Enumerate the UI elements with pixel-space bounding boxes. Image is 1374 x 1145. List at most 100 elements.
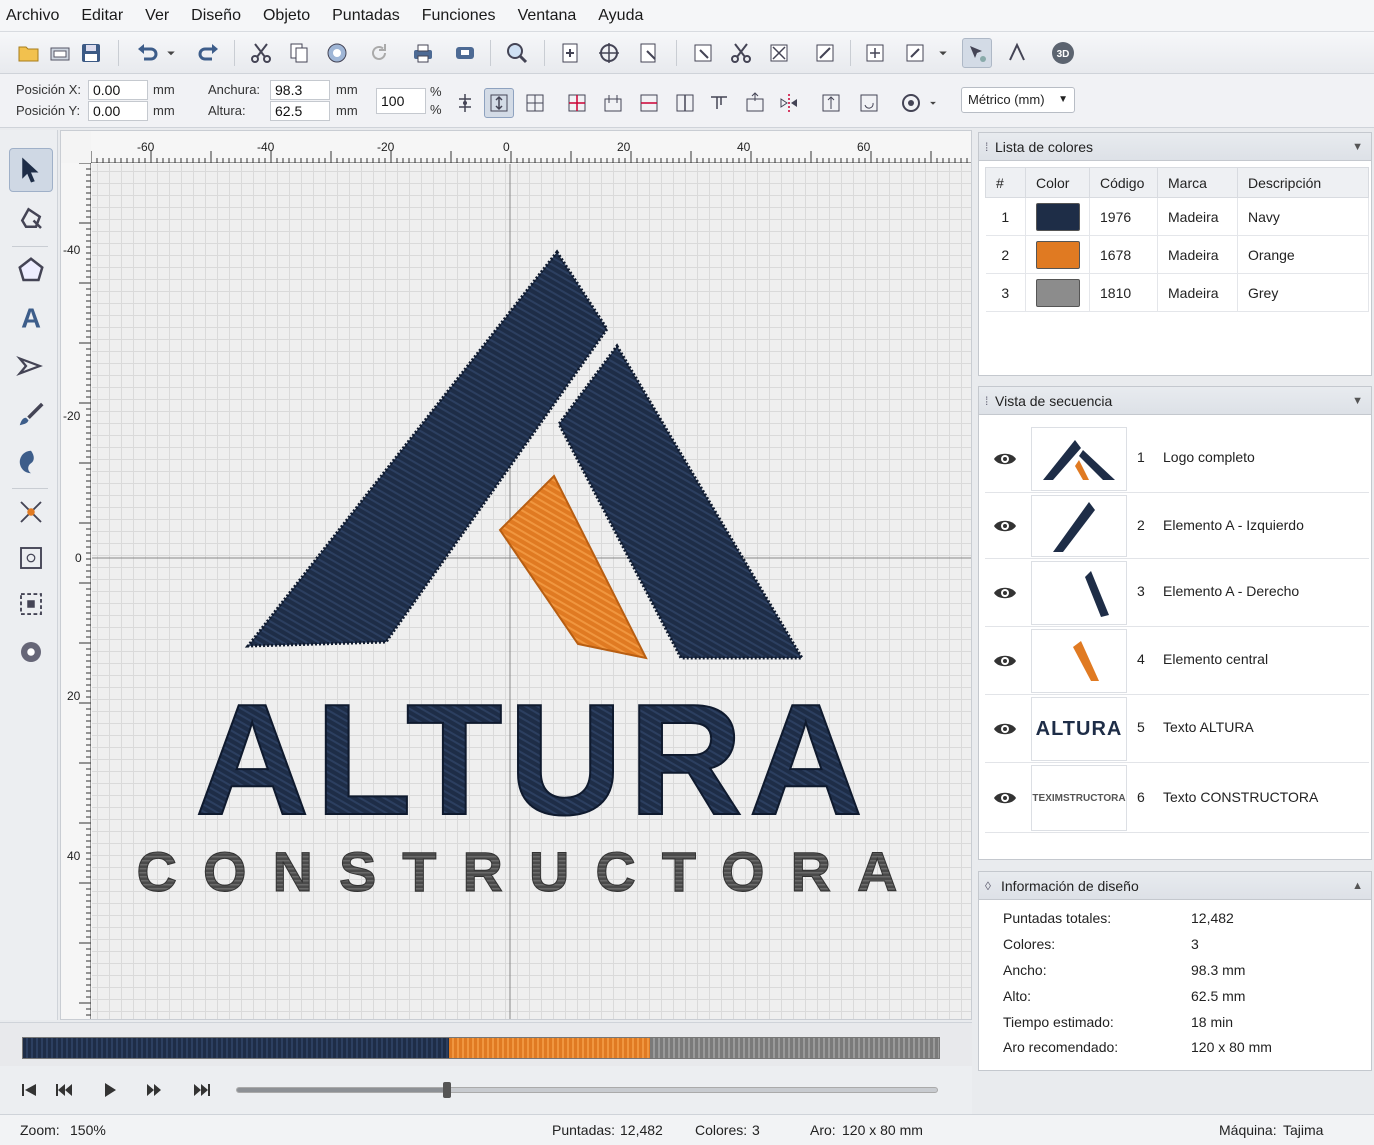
width-input[interactable]: 98.3 [270,80,330,100]
trim-icon[interactable] [764,38,794,68]
sequence-item[interactable]: 4 Elemento central [985,627,1369,695]
paste-icon[interactable] [322,38,352,68]
col-header-desc[interactable]: Descripción [1237,167,1369,198]
rotate-icon[interactable] [364,38,394,68]
align-center-icon[interactable] [484,88,514,118]
undo-icon[interactable] [132,38,162,68]
progress-slider[interactable] [236,1082,938,1098]
zoom-fit-icon[interactable] [634,38,664,68]
sequence-item[interactable]: TEXIMSTRUCTORA 6 Texto CONSTRUCTORA [985,763,1369,833]
menu-ver[interactable]: Ver [145,7,169,25]
sequence-item[interactable]: 2 Elemento A - Izquierdo [985,493,1369,559]
design-canvas[interactable]: -60 -40 -20 0 20 40 60 -40 -20 0 20 40 A… [60,130,972,1020]
edit-node-icon[interactable] [810,38,840,68]
skip-end-icon[interactable] [190,1078,214,1102]
col-header-num[interactable]: # [985,167,1026,198]
menu-ventana[interactable]: Ventana [518,7,577,25]
color-row[interactable]: 3 1810 Madeira Grey [985,273,1369,312]
distribute-icon[interactable] [740,88,770,118]
center-icon[interactable] [594,38,624,68]
menu-archivo[interactable]: Archivo [6,7,59,25]
reshape-icon[interactable] [9,196,53,240]
align-top-icon[interactable] [598,88,628,118]
shape-icon[interactable] [9,248,53,292]
stitch-edit-icon[interactable] [860,38,890,68]
pos-y-input[interactable]: 0.00 [88,101,148,121]
machine-icon[interactable] [450,38,480,68]
lock-ratio-icon[interactable] [450,88,480,118]
menu-diseno[interactable]: Diseño [191,7,241,25]
color-row[interactable]: 2 1678 Madeira Orange [985,235,1369,274]
menu-funciones[interactable]: Funciones [422,7,496,25]
col-header-brand[interactable]: Marca [1157,167,1238,198]
print-icon[interactable] [408,38,438,68]
eye-icon[interactable] [985,695,1025,763]
collapse-icon[interactable]: ▼ [1352,133,1363,161]
select-region-icon[interactable] [688,38,718,68]
menu-objeto[interactable]: Objeto [263,7,310,25]
3d-view-icon[interactable]: 3D [1048,38,1078,68]
progress-thumb[interactable] [443,1082,451,1098]
color-swatch[interactable] [1036,278,1080,307]
copy-icon[interactable] [284,38,314,68]
color-row[interactable]: 1 1976 Madeira Navy [985,197,1369,236]
zoom-icon[interactable] [502,38,532,68]
digitize-icon[interactable] [9,344,53,388]
col-header-color[interactable]: Color [1025,167,1090,198]
menu-puntadas[interactable]: Puntadas [332,7,400,25]
skip-start-icon[interactable] [17,1078,41,1102]
stitch-points-icon[interactable] [9,490,53,534]
eye-icon[interactable] [985,425,1025,493]
dropdown-icon[interactable] [934,38,952,68]
scissors-icon[interactable] [726,38,756,68]
stitch-track[interactable] [22,1037,940,1059]
menu-ayuda[interactable]: Ayuda [598,7,643,25]
text-icon[interactable]: A [9,294,53,338]
travel-icon[interactable] [1002,38,1032,68]
grid-icon[interactable] [520,88,550,118]
align-vcenter-icon[interactable] [670,88,700,118]
menu-editar[interactable]: Editar [81,7,123,25]
rewind-icon[interactable] [52,1078,76,1102]
fast-forward-icon[interactable] [143,1078,167,1102]
settings-gear-icon[interactable] [896,88,926,118]
align-hcenter-icon[interactable] [634,88,664,118]
settings-dropdown-icon[interactable] [926,88,940,118]
redo-icon[interactable] [194,38,224,68]
text-altura[interactable]: ALTURA [194,671,869,849]
open-file-icon[interactable] [45,38,75,68]
mirror-icon[interactable] [774,88,804,118]
flip-icon[interactable] [816,88,846,118]
eye-icon[interactable] [985,493,1025,559]
resize-icon[interactable] [9,582,53,626]
sequence-item[interactable]: 1 Logo completo [985,425,1369,493]
stitch-player-icon[interactable] [962,38,992,68]
gear-settings-icon[interactable] [9,630,53,674]
zoom-in-icon[interactable] [556,38,586,68]
pos-x-input[interactable]: 0.00 [88,80,148,100]
stitch-segment-orange[interactable] [448,1038,651,1058]
select-arrow-icon[interactable] [9,148,53,192]
align-bottom-icon[interactable] [704,88,734,118]
embroidery-design[interactable]: ALTURA CONSTRUCTORA [92,164,972,1020]
fill-icon[interactable] [9,440,53,484]
collapse-icon[interactable]: ▲ [1352,872,1363,900]
color-swatch[interactable] [1036,240,1080,269]
open-folder-icon[interactable] [14,38,44,68]
collapse-icon[interactable]: ▼ [1352,387,1363,415]
sequence-item[interactable]: ALTURA 5 Texto ALTURA [985,695,1369,763]
col-header-code[interactable]: Código [1089,167,1158,198]
brush-icon[interactable] [9,392,53,436]
eye-icon[interactable] [985,627,1025,695]
text-constructora[interactable]: CONSTRUCTORA [136,840,924,904]
play-icon[interactable] [98,1078,122,1102]
stitch-segment-navy[interactable] [23,1038,449,1058]
zoom-value[interactable]: 150% [70,1122,106,1138]
sequence-item[interactable]: 3 Elemento A - Derecho [985,559,1369,627]
align-left-icon[interactable] [562,88,592,118]
transform-icon[interactable] [9,536,53,580]
cut-icon[interactable] [246,38,276,68]
eye-icon[interactable] [985,559,1025,627]
scale-input[interactable]: 100 [376,88,426,114]
stitch-segment-grey[interactable] [650,1038,939,1058]
